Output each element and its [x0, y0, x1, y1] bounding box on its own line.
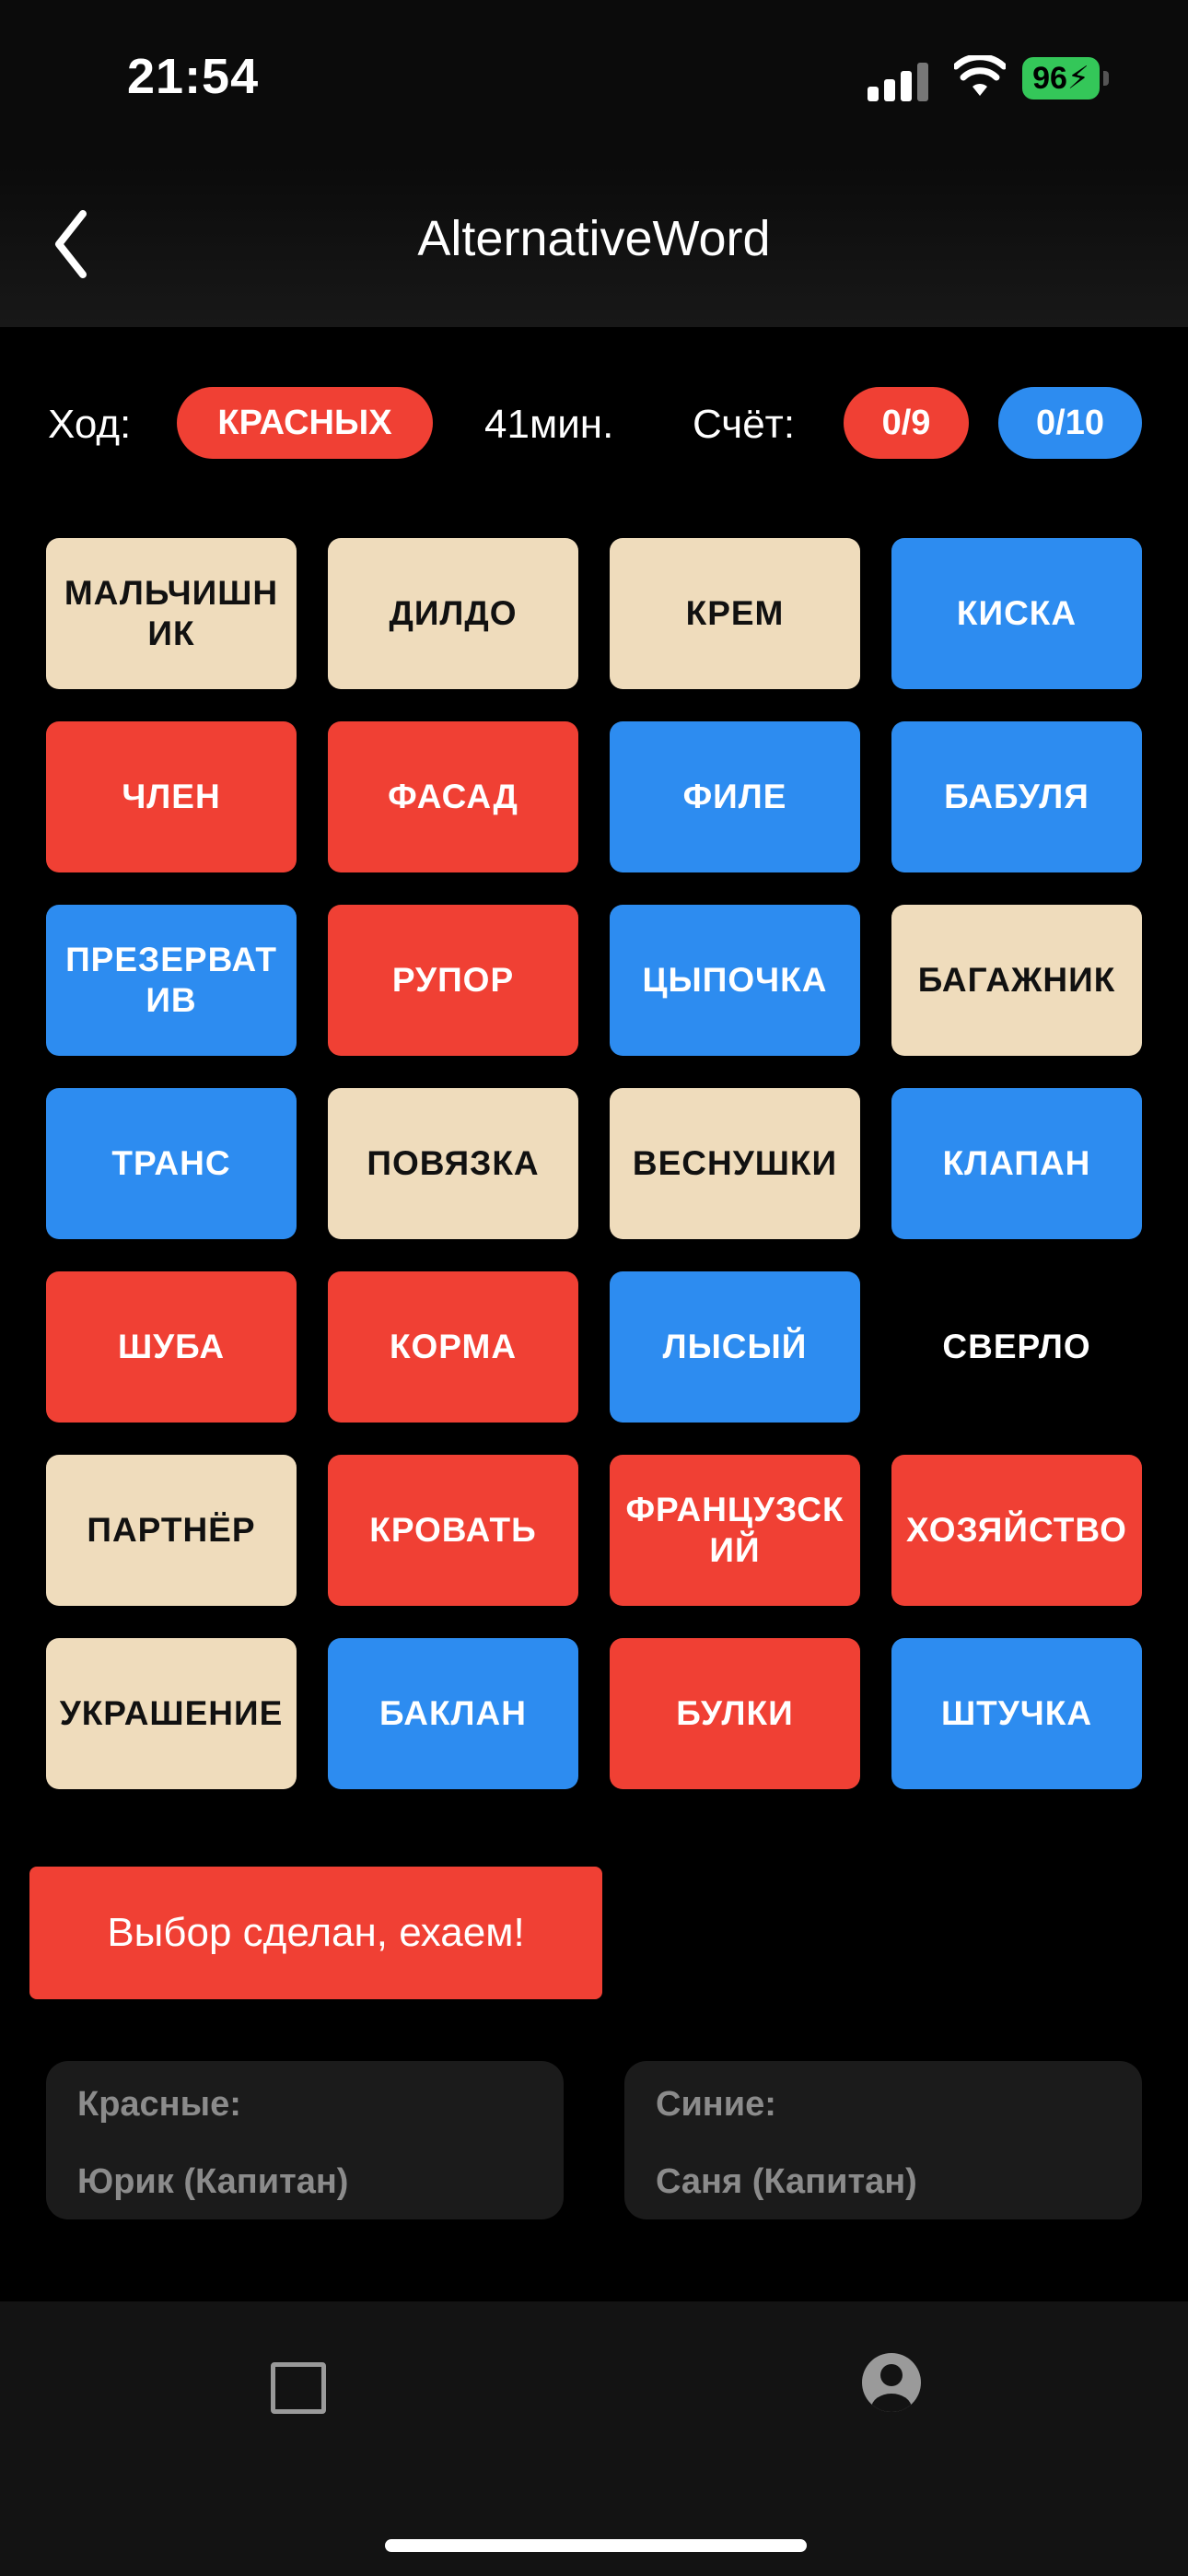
square-icon[interactable] — [271, 2362, 326, 2414]
word-card[interactable]: КЛАПАН — [891, 1088, 1142, 1239]
word-card[interactable]: БАГАЖНИК — [891, 905, 1142, 1056]
status-time: 21:54 — [127, 49, 260, 104]
confirm-choice-button[interactable]: Выбор сделан, ехаем! — [29, 1867, 602, 1999]
word-card[interactable]: КОРМА — [328, 1271, 578, 1423]
word-card[interactable]: ФИЛЕ — [610, 721, 860, 872]
word-card[interactable]: БУЛКИ — [610, 1638, 860, 1789]
page-title: AlternativeWord — [417, 211, 771, 266]
word-card[interactable]: КРЕМ — [610, 538, 860, 689]
word-card[interactable]: ЧЛЕН — [46, 721, 297, 872]
team-red-label: Красные: — [77, 2085, 241, 2124]
word-card[interactable]: БАКЛАН — [328, 1638, 578, 1789]
turn-team-badge: КРАСНЫХ — [177, 387, 433, 459]
score-red-badge: 0/9 — [844, 387, 969, 459]
word-card[interactable]: ВЕСНУШКИ — [610, 1088, 860, 1239]
word-card[interactable]: ФАСАД — [328, 721, 578, 872]
battery-icon: 96⚡ — [1022, 57, 1100, 100]
team-blue-label: Синие: — [656, 2085, 776, 2124]
word-card[interactable]: КРОВАТЬ — [328, 1455, 578, 1606]
score-blue-badge: 0/10 — [998, 387, 1142, 459]
team-blue-panel: Синие: Саня (Капитан) — [624, 2061, 1142, 2219]
game-info-row: Ход: КРАСНЫХ 41мин. Счёт: 0/9 0/10 — [0, 387, 1188, 461]
word-card[interactable]: УКРАШЕНИЕ — [46, 1638, 297, 1789]
word-card[interactable]: ЦЫПОЧКА — [610, 905, 860, 1056]
word-card[interactable]: ХОЗЯЙСТВО — [891, 1455, 1142, 1606]
tab-bar — [0, 2301, 1188, 2576]
signal-icon — [868, 61, 928, 101]
team-red-player: Юрик (Капитан) — [77, 2162, 349, 2201]
battery-level: 96 — [1032, 61, 1067, 96]
home-indicator — [385, 2539, 807, 2552]
word-card[interactable]: ПРЕЗЕРВАТИВ — [46, 905, 297, 1056]
team-blue-player: Саня (Капитан) — [656, 2162, 917, 2201]
word-card[interactable]: ШТУЧКА — [891, 1638, 1142, 1789]
word-card[interactable]: ПАРТНЁР — [46, 1455, 297, 1606]
word-card[interactable]: БАБУЛЯ — [891, 721, 1142, 872]
word-card[interactable]: ЛЫСЫЙ — [610, 1271, 860, 1423]
word-card[interactable]: КИСКА — [891, 538, 1142, 689]
word-grid: МАЛЬЧИШНИК ДИЛДО КРЕМ КИСКА ЧЛЕН ФАСАД Ф… — [46, 538, 1142, 1791]
word-card[interactable]: РУПОР — [328, 905, 578, 1056]
word-card[interactable]: ШУБА — [46, 1271, 297, 1423]
wifi-icon — [954, 55, 1006, 96]
word-card[interactable]: ТРАНС — [46, 1088, 297, 1239]
battery-tip — [1103, 71, 1109, 86]
user-circle-icon[interactable] — [860, 2351, 923, 2414]
word-card[interactable]: СВЕРЛО — [891, 1271, 1142, 1423]
timer: 41мин. — [484, 402, 614, 447]
turn-label: Ход: — [48, 402, 132, 447]
status-bar: 21:54 96⚡ — [0, 0, 1188, 166]
word-card[interactable]: ФРАНЦУЗСКИЙ — [610, 1455, 860, 1606]
word-card[interactable]: ДИЛДО — [328, 538, 578, 689]
word-card[interactable]: МАЛЬЧИШНИК — [46, 538, 297, 689]
team-red-panel: Красные: Юрик (Капитан) — [46, 2061, 564, 2219]
navigation-bar: AlternativeWord — [0, 166, 1188, 327]
word-card[interactable]: ПОВЯЗКА — [328, 1088, 578, 1239]
score-label: Счёт: — [693, 402, 796, 447]
